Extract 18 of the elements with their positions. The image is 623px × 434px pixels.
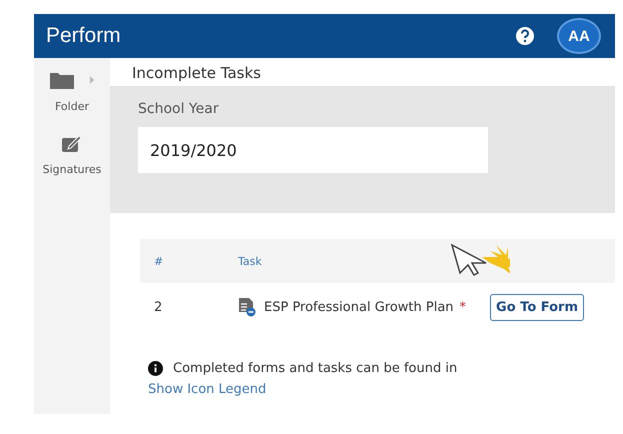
column-header: Task xyxy=(238,254,262,268)
sidebar-item[interactable]: Folder xyxy=(49,70,95,113)
info-icon xyxy=(148,361,163,376)
show-icon-legend-link[interactable]: Show Icon Legend xyxy=(148,382,266,397)
sidebar-item[interactable]: Signatures xyxy=(42,133,102,176)
school-year-field[interactable]: 2019/2020 xyxy=(138,127,488,173)
task-name: ESP Professional Growth Plan xyxy=(264,300,454,314)
info-text: Completed forms and tasks can be found in xyxy=(173,361,458,376)
form-icon xyxy=(238,297,256,317)
app-logo[interactable]: Perform xyxy=(46,24,121,48)
table-cell-text: 2 xyxy=(153,300,164,314)
column-header: # xyxy=(153,254,164,268)
folder-icon xyxy=(49,70,75,90)
help-icon[interactable] xyxy=(515,26,535,46)
go-to-form-button[interactable]: Go To Form xyxy=(490,294,584,320)
required-mark: * xyxy=(460,300,466,314)
field-label: School Year xyxy=(138,101,220,117)
user-avatar[interactable]: AA xyxy=(557,18,601,54)
